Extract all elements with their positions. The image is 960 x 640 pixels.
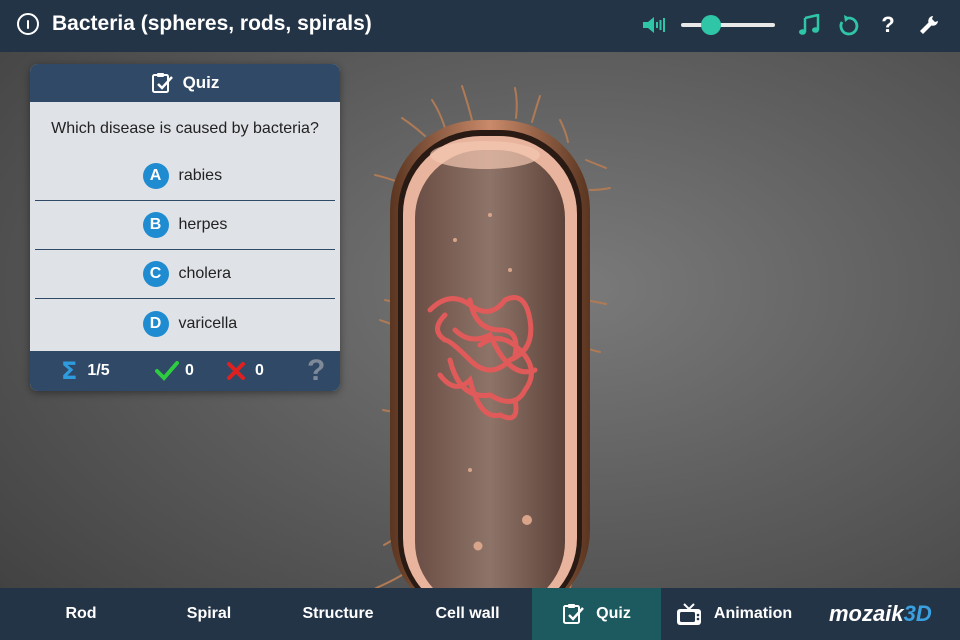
tab-quiz[interactable]: Quiz (532, 588, 661, 640)
tab-label: Quiz (596, 605, 631, 622)
answer-text: varicella (178, 314, 238, 332)
answer-option-b[interactable]: B herpes (35, 201, 335, 250)
exit-button[interactable] (17, 13, 39, 35)
answer-letter-badge: C (142, 261, 169, 287)
bottom-nav: Rod Spiral Structure Cell wall Quiz Anim… (0, 588, 960, 640)
volume-slider-track[interactable] (681, 23, 775, 27)
clipboard-check-icon (562, 603, 585, 625)
music-note-icon[interactable] (797, 12, 821, 38)
clipboard-check-icon (151, 72, 173, 94)
tab-spiral[interactable]: Spiral (145, 588, 273, 640)
answer-option-a[interactable]: A rabies (35, 152, 335, 201)
answer-list: A rabies B herpes C cholera D varicella (30, 152, 340, 348)
answer-letter-badge: A (142, 163, 169, 189)
top-bar: Bacteria (spheres, rods, spirals) ? (0, 0, 960, 52)
tab-label: Animation (713, 605, 793, 622)
wrong-counter: 0 (227, 351, 264, 391)
answer-text: cholera (178, 265, 231, 282)
tab-structure[interactable]: Structure (273, 588, 403, 640)
quiz-title: Quiz (182, 73, 220, 92)
tab-label: Spiral (186, 605, 232, 622)
tab-cell-wall[interactable]: Cell wall (403, 588, 532, 640)
wrong-value: 0 (255, 362, 264, 379)
correct-counter: 0 (155, 351, 194, 391)
answer-text: rabies (178, 167, 223, 184)
answer-option-c[interactable]: C cholera (35, 250, 335, 299)
quiz-header: Quiz (30, 64, 340, 102)
answer-letter-badge: B (142, 212, 169, 238)
volume-slider-handle[interactable] (701, 15, 722, 35)
quiz-help-button[interactable]: ? (307, 351, 325, 391)
quiz-score-bar: Σ 1/5 0 0 ? (30, 351, 340, 391)
correct-value: 0 (185, 362, 194, 379)
answer-text: herpes (178, 216, 228, 233)
progress-value: 1/5 (87, 362, 110, 379)
answer-option-d[interactable]: D varicella (35, 299, 335, 348)
progress-counter: Σ 1/5 (61, 351, 110, 391)
quiz-panel: Quiz Which disease is caused by bacteria… (30, 64, 340, 391)
tab-label: Structure (302, 605, 374, 622)
tv-icon (676, 602, 702, 626)
reset-icon[interactable] (837, 12, 861, 38)
cross-icon (227, 362, 245, 380)
mozaik3d-logo: mozaik3D (829, 601, 932, 626)
page-title: Bacteria (spheres, rods, spirals) (52, 12, 372, 35)
tab-label: Cell wall (435, 605, 500, 622)
sigma-icon: Σ (61, 357, 78, 385)
quiz-question: Which disease is caused by bacteria? (51, 120, 319, 137)
speaker-icon[interactable] (641, 12, 667, 38)
tab-rod[interactable]: Rod (17, 588, 145, 640)
checkmark-icon (155, 361, 179, 381)
wrench-icon[interactable] (917, 12, 941, 38)
tab-animation[interactable]: Animation (661, 588, 807, 640)
help-icon[interactable]: ? (880, 12, 896, 38)
answer-letter-badge: D (142, 310, 169, 337)
tab-label: Rod (65, 605, 97, 622)
